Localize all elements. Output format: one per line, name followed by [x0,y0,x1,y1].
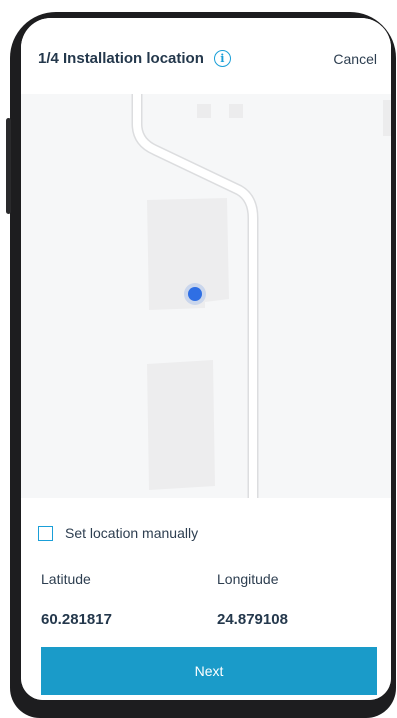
map-building [197,104,211,118]
app-screen: 1/4 Installation location i Cancel Set l… [21,18,391,700]
coordinates-panel: Set location manually Latitude Longitude… [21,498,391,700]
map-building [147,360,215,490]
map-building [383,100,391,136]
set-location-manually-row[interactable]: Set location manually [38,525,198,541]
map-canvas [131,94,391,498]
latitude-label: Latitude [41,571,91,587]
latitude-value: 60.281817 [41,611,112,628]
info-icon[interactable]: i [213,50,231,67]
location-dot-icon [188,287,202,301]
map-view[interactable] [21,94,391,498]
title-wrap: 1/4 Installation location i [38,50,231,67]
phone-side-button [6,118,11,214]
longitude-value: 24.879108 [217,611,288,628]
set-location-manually-checkbox[interactable] [38,525,53,541]
cancel-button[interactable]: Cancel [333,51,377,67]
set-location-manually-label: Set location manually [65,525,199,541]
page-title: 1/4 Installation location [38,50,204,67]
longitude-label: Longitude [217,571,279,587]
map-building [229,104,243,118]
header: 1/4 Installation location i Cancel [21,18,391,94]
next-button[interactable]: Next [41,647,377,695]
